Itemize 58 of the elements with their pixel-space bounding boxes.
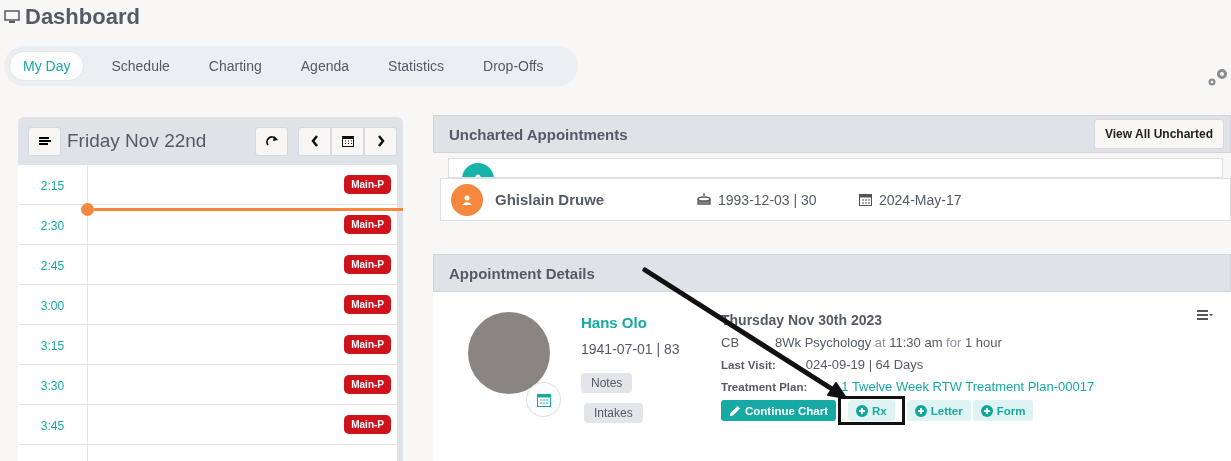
last-visit-value: 024-09-19 | 64 Days xyxy=(805,357,924,372)
appointment-card[interactable]: Ghislain Druwe 1993-12-03 | 30 2024-May-17 xyxy=(440,178,1231,221)
tab[interactable]: Charting xyxy=(195,51,275,81)
calendar-icon xyxy=(859,193,872,206)
location-badge: Main-P xyxy=(344,295,391,314)
cake-icon xyxy=(697,193,711,206)
calendar-icon xyxy=(536,392,551,407)
gears-icon xyxy=(1207,66,1229,88)
patient-name: Ghislain Druwe xyxy=(495,191,606,208)
plus-circle-icon xyxy=(980,404,993,417)
monitor-icon xyxy=(4,10,20,24)
tab[interactable]: Schedule xyxy=(98,51,183,81)
time-label: 3:45 xyxy=(18,405,88,444)
page-title: Dashboard xyxy=(25,4,140,30)
time-label: 3:30 xyxy=(18,365,88,404)
plus-circle-icon xyxy=(914,404,927,417)
location-badge: Main-P xyxy=(344,175,391,194)
chevron-right-icon xyxy=(376,135,385,147)
list-menu-icon xyxy=(1197,309,1213,321)
time-label: 3:00 xyxy=(18,285,88,324)
tag-button[interactable]: Notes xyxy=(581,373,633,393)
refresh-icon xyxy=(265,135,278,147)
previous-button[interactable] xyxy=(298,126,331,156)
appointment-date: 2024-May-17 xyxy=(879,191,962,208)
tab[interactable]: Statistics xyxy=(375,51,458,81)
refresh-button[interactable] xyxy=(255,126,288,156)
location-badge: Main-P xyxy=(344,415,391,434)
calendar-button[interactable] xyxy=(331,126,364,156)
panel-title: Appointment Details xyxy=(449,264,595,282)
location-badge: Main-P xyxy=(344,335,391,354)
treatment-plan-label: Treatment Plan: xyxy=(721,381,808,393)
appointment-info: 8Wk Psychology at 11:30 am for 1 hour xyxy=(775,335,1002,350)
menu-button[interactable] xyxy=(28,126,61,156)
service-text: CB xyxy=(721,335,740,350)
birth-date: 1941-07-01 | 83 xyxy=(581,341,680,357)
person-icon xyxy=(462,194,472,205)
view-all-button[interactable]: View All Uncharted xyxy=(1093,119,1224,149)
time-label: 3:15 xyxy=(18,325,88,364)
location-badge: Main-P xyxy=(344,375,391,394)
pencil-icon xyxy=(729,404,741,417)
location-badge: Main-P xyxy=(344,255,391,274)
chevron-left-icon xyxy=(310,135,319,147)
tab[interactable]: My Day xyxy=(9,51,85,81)
calendar-icon xyxy=(341,135,354,147)
time-label: 2:15 xyxy=(18,165,88,204)
plus-circle-icon xyxy=(856,404,869,417)
next-button[interactable] xyxy=(364,126,397,156)
tag-button[interactable]: Intakes xyxy=(584,403,643,423)
location-badge: Main-P xyxy=(344,215,391,234)
menu-icon xyxy=(38,136,51,146)
tab[interactable]: Agenda xyxy=(287,51,363,81)
treatment-plan-link[interactable]: 1 Twelve Week RTW Treatment Plan-00017 xyxy=(841,379,1095,394)
time-label: 2:45 xyxy=(18,245,88,284)
schedule-date: Friday Nov 22nd xyxy=(67,130,208,152)
last-visit-label: Last Visit: xyxy=(721,359,776,371)
birth-date: 1993-12-03 | 30 xyxy=(718,191,817,208)
tab[interactable]: Drop-Offs xyxy=(470,51,557,81)
panel-title: Uncharted Appointments xyxy=(449,125,628,143)
